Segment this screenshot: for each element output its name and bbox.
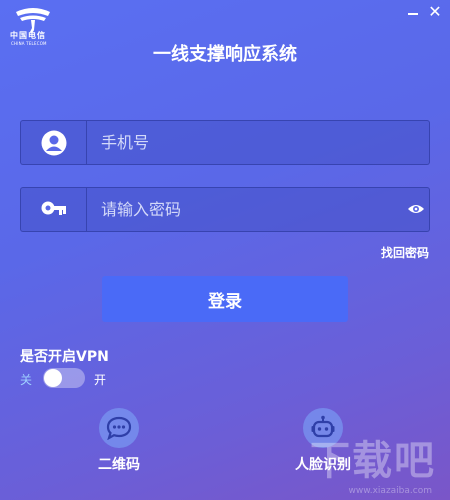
qr-login-label: 二维码 [98,457,140,473]
qr-icon-circle [99,408,139,448]
watermark: 下载吧 [310,438,436,484]
user-icon [41,130,66,155]
forgot-password-link[interactable]: 找回密码 [381,244,429,261]
vpn-label: 是否开启VPN [20,349,109,365]
login-button[interactable]: 登录 [102,276,348,322]
vpn-off-label: 关 [20,373,33,387]
watermark-url: www.xiazaiba.com [348,486,432,496]
vpn-toggle-knob [44,369,62,387]
password-input[interactable] [101,188,401,231]
app-title: 一线支撑响应系统 [153,44,297,65]
chat-bubble-icon [106,416,132,440]
phone-field [20,120,430,165]
close-icon: ✕ [428,2,442,21]
vpn-toggle[interactable] [43,368,85,388]
close-button[interactable]: ✕ [424,2,446,22]
qr-login-option[interactable]: 二维码 [79,408,159,474]
key-icon [41,201,66,215]
user-icon-box [21,121,87,164]
vpn-on-label: 开 [94,373,107,387]
eye-icon[interactable] [407,202,425,216]
password-field [20,187,430,232]
minimize-icon [408,13,418,15]
key-icon-box [21,188,87,231]
minimize-button[interactable] [402,2,424,22]
phone-input[interactable] [101,121,401,164]
